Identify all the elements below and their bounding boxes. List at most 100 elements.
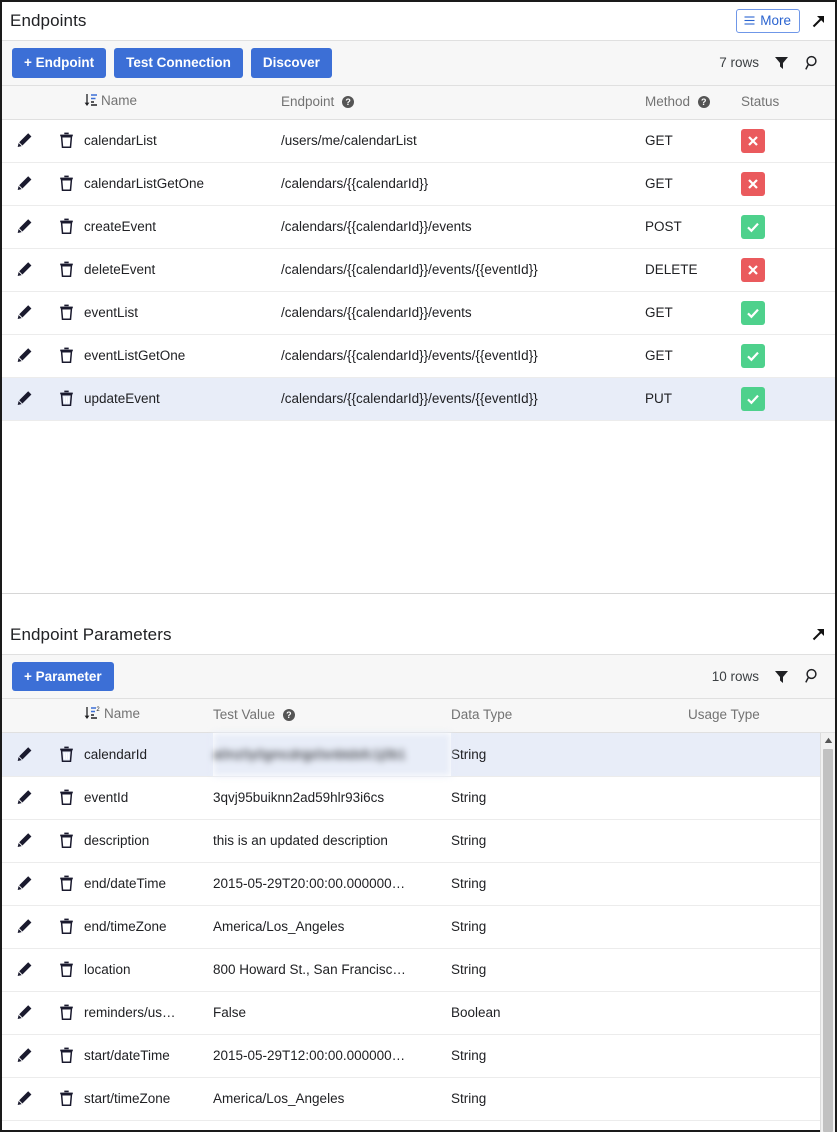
- method-help-icon[interactable]: ?: [698, 96, 710, 108]
- more-button[interactable]: More: [736, 9, 800, 33]
- trash-icon[interactable]: [56, 345, 76, 365]
- pencil-icon[interactable]: [15, 216, 35, 236]
- delete-cell[interactable]: [48, 334, 84, 377]
- column-header-status[interactable]: Status: [741, 86, 835, 120]
- trash-icon[interactable]: [56, 302, 76, 322]
- column-header-endpoint[interactable]: Endpoint ?: [281, 86, 645, 120]
- edit-cell[interactable]: [2, 733, 48, 776]
- endpoint-help-icon[interactable]: ?: [342, 96, 354, 108]
- table-row[interactable]: descriptionthis is an updated descriptio…: [2, 819, 835, 862]
- table-row[interactable]: end/timeZoneAmerica/Los_AngelesString: [2, 905, 835, 948]
- trash-icon[interactable]: [56, 1045, 76, 1065]
- table-row[interactable]: createEvent/calendars/{{calendarId}}/eve…: [2, 205, 835, 248]
- pencil-icon[interactable]: [15, 959, 35, 979]
- pencil-icon[interactable]: [15, 873, 35, 893]
- table-row[interactable]: reminders/us…FalseBoolean: [2, 991, 835, 1034]
- table-row[interactable]: calendarListGetOne/calendars/{{calendarI…: [2, 162, 835, 205]
- add-parameter-button[interactable]: + Parameter: [12, 662, 114, 692]
- edit-cell[interactable]: [2, 819, 48, 862]
- trash-icon[interactable]: [56, 388, 76, 408]
- delete-cell[interactable]: [48, 819, 84, 862]
- table-row[interactable]: calendarList/users/me/calendarListGET: [2, 119, 835, 162]
- trash-icon[interactable]: [56, 1002, 76, 1022]
- edit-cell[interactable]: [2, 377, 48, 420]
- delete-cell[interactable]: [48, 948, 84, 991]
- table-row[interactable]: summaryUpdated Google I/O 2015String: [2, 1120, 835, 1132]
- delete-cell[interactable]: [48, 119, 84, 162]
- scroll-up-arrow-icon[interactable]: [821, 733, 835, 748]
- parameters-scrollbar[interactable]: [820, 733, 835, 1132]
- table-row[interactable]: start/dateTime2015-05-29T12:00:00.000000…: [2, 1034, 835, 1077]
- pencil-icon[interactable]: [15, 173, 35, 193]
- test-value-help-icon[interactable]: ?: [283, 709, 295, 721]
- delete-cell[interactable]: [48, 248, 84, 291]
- edit-cell[interactable]: [2, 1034, 48, 1077]
- trash-icon[interactable]: [56, 873, 76, 893]
- status-error-icon[interactable]: [741, 258, 765, 282]
- discover-button[interactable]: Discover: [251, 48, 332, 78]
- trash-icon[interactable]: [56, 744, 76, 764]
- delete-cell[interactable]: [48, 291, 84, 334]
- delete-cell[interactable]: [48, 991, 84, 1034]
- delete-cell[interactable]: [48, 1120, 84, 1132]
- pencil-icon[interactable]: [15, 259, 35, 279]
- edit-cell[interactable]: [2, 334, 48, 377]
- delete-cell[interactable]: [48, 776, 84, 819]
- pencil-icon[interactable]: [15, 130, 35, 150]
- filter-icon[interactable]: [773, 54, 790, 71]
- trash-icon[interactable]: [56, 173, 76, 193]
- status-error-icon[interactable]: [741, 129, 765, 153]
- edit-cell[interactable]: [2, 1120, 48, 1132]
- edit-cell[interactable]: [2, 991, 48, 1034]
- column-header-data-type[interactable]: Data Type: [451, 699, 688, 733]
- expand-arrow-icon[interactable]: [809, 626, 827, 644]
- pencil-icon[interactable]: [15, 345, 35, 365]
- status-success-icon[interactable]: [741, 344, 765, 368]
- status-success-icon[interactable]: [741, 215, 765, 239]
- scrollbar-thumb[interactable]: [823, 749, 833, 1132]
- pencil-icon[interactable]: [15, 1045, 35, 1065]
- edit-cell[interactable]: [2, 119, 48, 162]
- edit-cell[interactable]: [2, 162, 48, 205]
- delete-cell[interactable]: [48, 862, 84, 905]
- expand-arrow-icon[interactable]: [809, 12, 827, 30]
- column-header-test-value[interactable]: Test Value ?: [213, 699, 451, 733]
- scrollbar-track[interactable]: [821, 748, 835, 1132]
- delete-cell[interactable]: [48, 1077, 84, 1120]
- pencil-icon[interactable]: [15, 916, 35, 936]
- status-success-icon[interactable]: [741, 301, 765, 325]
- delete-cell[interactable]: [48, 162, 84, 205]
- table-row[interactable]: start/timeZoneAmerica/Los_AngelesString: [2, 1077, 835, 1120]
- table-row[interactable]: eventId3qvj95buiknn2ad59hlr93i6csString: [2, 776, 835, 819]
- trash-icon[interactable]: [56, 830, 76, 850]
- table-row[interactable]: updateEvent/calendars/{{calendarId}}/eve…: [2, 377, 835, 420]
- trash-icon[interactable]: [56, 216, 76, 236]
- trash-icon[interactable]: [56, 787, 76, 807]
- edit-cell[interactable]: [2, 862, 48, 905]
- edit-cell[interactable]: [2, 1077, 48, 1120]
- table-row[interactable]: eventListGetOne/calendars/{{calendarId}}…: [2, 334, 835, 377]
- pencil-icon[interactable]: [15, 388, 35, 408]
- pencil-icon[interactable]: [15, 1088, 35, 1108]
- trash-icon[interactable]: [56, 916, 76, 936]
- sort-descending-icon[interactable]: [84, 93, 98, 110]
- search-icon[interactable]: [804, 668, 821, 685]
- pencil-icon[interactable]: [15, 1002, 35, 1022]
- delete-cell[interactable]: [48, 905, 84, 948]
- column-header-param-name[interactable]: 2 Name: [84, 699, 213, 733]
- table-row[interactable]: eventList/calendars/{{calendarId}}/event…: [2, 291, 835, 334]
- filter-icon[interactable]: [773, 668, 790, 685]
- trash-icon[interactable]: [56, 259, 76, 279]
- pencil-icon[interactable]: [15, 744, 35, 764]
- edit-cell[interactable]: [2, 291, 48, 334]
- pencil-icon[interactable]: [15, 787, 35, 807]
- edit-cell[interactable]: [2, 248, 48, 291]
- edit-cell[interactable]: [2, 905, 48, 948]
- delete-cell[interactable]: [48, 205, 84, 248]
- edit-cell[interactable]: [2, 948, 48, 991]
- delete-cell[interactable]: [48, 1034, 84, 1077]
- sort-descending-2-icon[interactable]: 2: [84, 706, 101, 723]
- table-row[interactable]: calendarIda0nz0y0gmcdnjp0snbtdsfc1j0b1St…: [2, 733, 835, 776]
- column-header-usage-type[interactable]: Usage Type: [688, 699, 835, 733]
- table-row[interactable]: location800 Howard St., San Francisc…Str…: [2, 948, 835, 991]
